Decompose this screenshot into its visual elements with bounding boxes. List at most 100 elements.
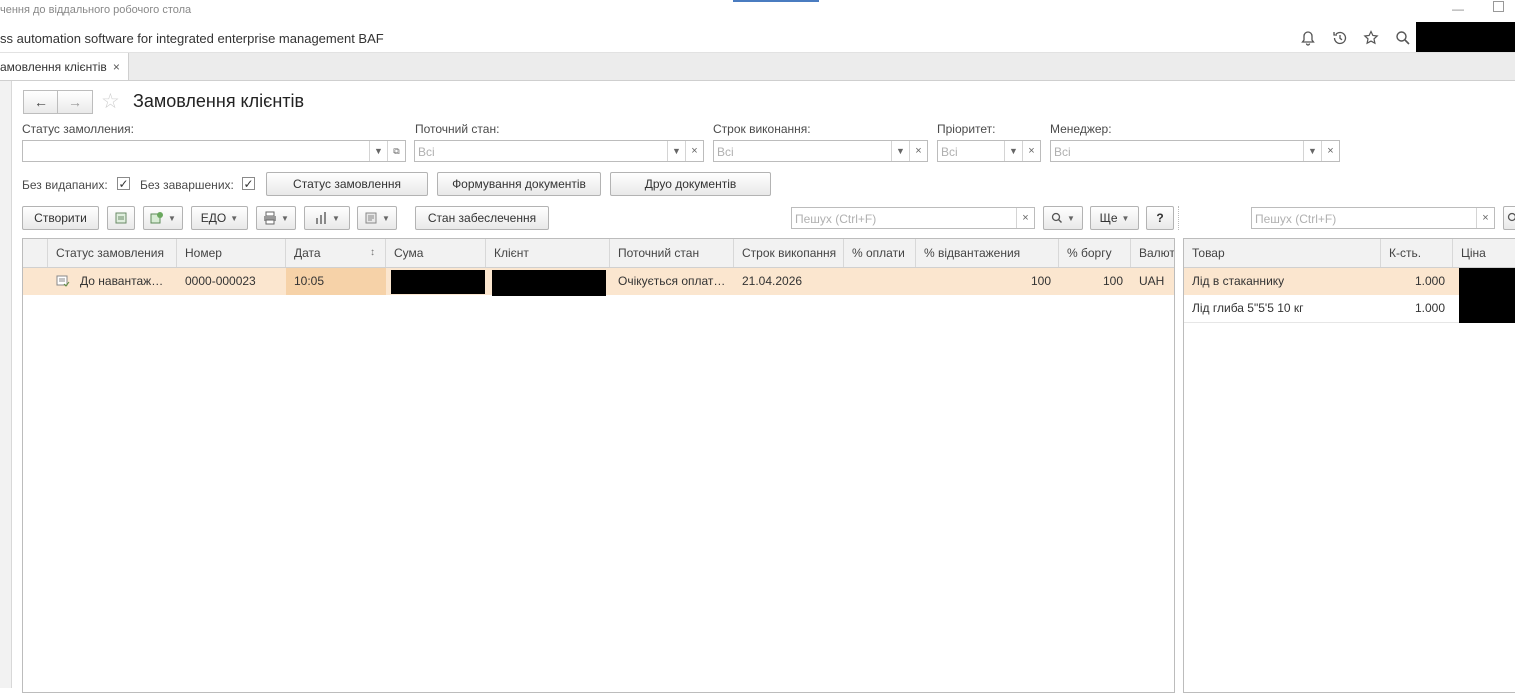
form-documents-button[interactable]: Формування документів [437, 172, 601, 196]
search-options-button[interactable]: ▼ [1043, 206, 1083, 230]
search-icon [1051, 212, 1063, 224]
print-button[interactable]: ▼ [256, 206, 296, 230]
panel-splitter[interactable] [1178, 206, 1179, 230]
back-button[interactable]: ← [23, 90, 59, 114]
clear-icon[interactable]: × [685, 141, 703, 161]
clear-icon[interactable]: × [1022, 141, 1040, 161]
maximize-icon[interactable] [1493, 1, 1504, 12]
column-header-debt[interactable]: % боргу [1059, 239, 1131, 267]
column-header-paid[interactable]: % оплати [844, 239, 916, 267]
reports-button[interactable]: ▼ [304, 206, 350, 230]
goods-search-placeholder: Пешух (Ctrl+F) [1255, 212, 1336, 226]
deadline-filter-field[interactable]: Всі ▼ × [713, 140, 928, 162]
clear-icon[interactable]: × [909, 141, 927, 161]
search-icon[interactable] [1394, 29, 1412, 47]
order-debt-cell: 100 [1059, 268, 1131, 295]
no-completed-label: Без заваршених: [140, 178, 234, 192]
orders-search-input[interactable]: Пешух (Ctrl+F) × [791, 207, 1035, 229]
column-header-date[interactable]: Дата ↕ [286, 239, 386, 267]
price-redacted [1459, 268, 1515, 323]
goods-search-options-button[interactable] [1503, 206, 1515, 230]
attachments-button[interactable]: ▼ [357, 206, 397, 230]
table-row[interactable]: До навантаже… 0000-000023 10:05 Очікуєть… [23, 268, 1175, 295]
state-filter-label: Поточний стан: [415, 122, 499, 136]
chevron-down-icon[interactable]: ▼ [1004, 141, 1022, 161]
state-filter-field[interactable]: Всі ▼ × [414, 140, 704, 162]
amount-redacted [391, 270, 485, 294]
column-header-state[interactable]: Поточний стан [610, 239, 734, 267]
goods-table-header: Товар К-сть. Ціна [1184, 239, 1515, 268]
tab-customer-orders[interactable]: амовлення клієнтів × [0, 53, 129, 80]
left-panel-strip [0, 81, 12, 688]
column-header-icon [23, 239, 48, 267]
column-header-amount[interactable]: Сума [386, 239, 486, 267]
window-titlebar: чення до віддального робочого стола — [0, 0, 1515, 22]
clear-icon[interactable]: × [1321, 141, 1339, 161]
report-icon [314, 211, 328, 225]
edo-button[interactable]: ЕДО ▼ [191, 206, 248, 230]
tab-bar: амовлення клієнтів × [0, 53, 1515, 81]
column-header-price[interactable]: Ціна [1453, 239, 1515, 267]
manager-filter-field[interactable]: Всі ▼ × [1050, 140, 1340, 162]
order-date-cell: 10:05 [286, 268, 386, 295]
page-title: Замовлення клієнтів [133, 91, 304, 112]
printer-icon [263, 211, 277, 225]
goods-table: Товар К-сть. Ціна Лід в стаканнику 1.000… [1183, 238, 1515, 693]
provision-state-button[interactable]: Стан забеслечення [415, 206, 549, 230]
document-posted-icon [56, 275, 70, 287]
order-shipped-cell: 100 [916, 268, 1059, 295]
chevron-down-icon[interactable]: ▼ [667, 141, 685, 161]
no-completed-checkbox[interactable]: ✓ [242, 177, 255, 190]
chevron-down-icon[interactable]: ▼ [891, 141, 909, 161]
chevron-down-icon: ▼ [230, 214, 238, 223]
create-button[interactable]: Створити [22, 206, 99, 230]
column-header-shipped[interactable]: % відвантажения [916, 239, 1059, 267]
clear-search-icon[interactable]: × [1016, 208, 1034, 228]
column-header-client[interactable]: Клієнт [486, 239, 610, 267]
chevron-down-icon[interactable]: ▼ [1303, 141, 1321, 161]
forward-button[interactable]: → [57, 90, 93, 114]
product-qty-cell: 1.000 [1381, 268, 1453, 295]
history-icon[interactable] [1331, 29, 1349, 47]
client-redacted [492, 270, 606, 296]
no-issued-checkbox[interactable]: ✓ [117, 177, 130, 190]
window-title: чення до віддального робочого стола [0, 4, 191, 16]
column-header-currency[interactable]: Валют [1131, 239, 1175, 267]
column-header-status[interactable]: Статус замовления [48, 239, 177, 267]
no-issued-label: Без видапаних: [22, 178, 108, 192]
open-list-icon[interactable]: ⧉ [387, 141, 405, 161]
column-header-product[interactable]: Товар [1184, 239, 1381, 267]
star-icon[interactable] [1362, 29, 1380, 47]
chevron-down-icon[interactable]: ▼ [369, 141, 387, 161]
more-label: Ще [1100, 211, 1118, 225]
goods-search-input[interactable]: Пешух (Ctrl+F) × [1251, 207, 1495, 229]
copy-document-button[interactable] [107, 206, 135, 230]
column-header-qty[interactable]: К-сть. [1381, 239, 1453, 267]
app-title: ss automation software for integrated en… [0, 31, 384, 46]
create-based-icon [150, 211, 164, 225]
favorite-star-icon[interactable]: ☆ [101, 89, 120, 114]
create-based-on-button[interactable]: ▼ [143, 206, 183, 230]
more-button[interactable]: Ще▼ [1090, 206, 1139, 230]
order-status-button[interactable]: Статус замовлення [266, 172, 428, 196]
column-header-number[interactable]: Номер [177, 239, 286, 267]
status-filter-field[interactable]: ▼ ⧉ [22, 140, 406, 162]
clear-search-icon[interactable]: × [1476, 208, 1494, 228]
order-currency-cell: UAH [1131, 268, 1175, 295]
check-icon: ✓ [118, 178, 128, 190]
state-filter-value: Всі [418, 145, 435, 159]
help-button[interactable]: ? [1146, 206, 1174, 230]
orders-table-header: Статус замовления Номер Дата ↕ Сума Кліє… [23, 239, 1175, 268]
print-documents-button[interactable]: Друо документів [610, 172, 771, 196]
edo-label: ЕДО [201, 211, 226, 225]
priority-filter-field[interactable]: Всі ▼ × [937, 140, 1041, 162]
bell-icon[interactable] [1299, 29, 1317, 47]
remote-session-indicator [733, 0, 819, 2]
minimize-icon[interactable]: — [1452, 2, 1464, 16]
order-paid-cell [844, 268, 916, 295]
column-header-deadline[interactable]: Строк викопання [734, 239, 844, 267]
status-filter-label: Статус замолления: [22, 122, 134, 136]
close-icon[interactable]: × [113, 60, 120, 74]
product-qty-cell: 1.000 [1381, 295, 1453, 322]
manager-filter-value: Всі [1054, 145, 1071, 159]
